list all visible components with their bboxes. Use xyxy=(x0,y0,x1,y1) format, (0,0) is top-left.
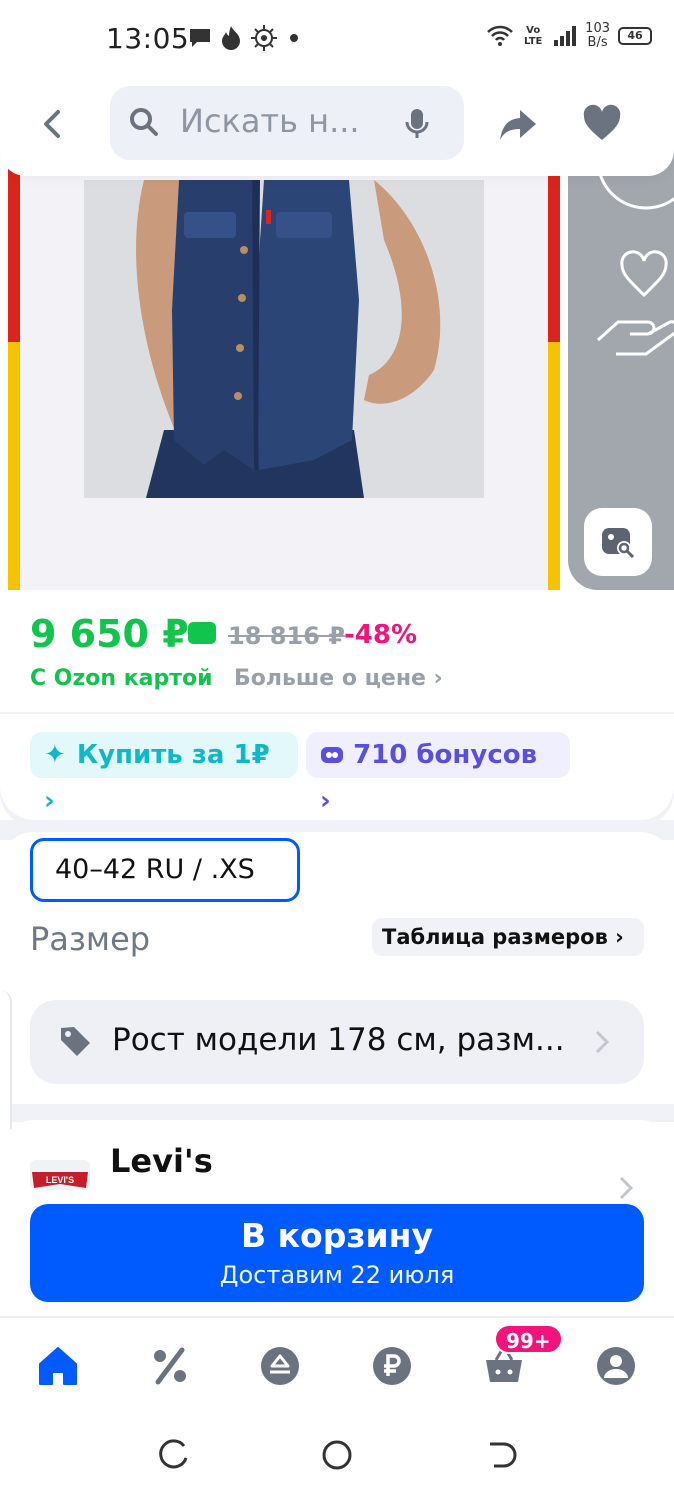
bonus-icon xyxy=(321,747,343,763)
top-header: Искать н... xyxy=(0,76,674,176)
status-bar: 13:05 Vo LTE 103 B/s 46 xyxy=(0,0,674,76)
model-info-text: Рост модели 178 см, разм... xyxy=(112,1022,565,1058)
share-button[interactable] xyxy=(498,104,538,148)
search-input[interactable]: Искать н... xyxy=(110,86,464,160)
bonus-chip-label: 710 бонусов › xyxy=(320,740,538,816)
size-card: 40–42 RU / .XS Размер Таблица размеров ›… xyxy=(0,832,674,1106)
heart-hand-icon xyxy=(596,150,674,356)
chevron-right-icon xyxy=(595,1030,610,1054)
system-navigation xyxy=(0,1412,674,1498)
notification-icons xyxy=(188,24,302,52)
ozon-card-note: С Ozon картой xyxy=(30,666,213,691)
buy-for-1-ruble-chip[interactable]: ✦ Купить за 1₽ › xyxy=(30,732,298,816)
nav-finance[interactable] xyxy=(370,1344,414,1388)
back-button[interactable] xyxy=(30,102,74,146)
gear-icon xyxy=(251,25,277,51)
sparkle-icon: ✦ xyxy=(44,740,66,770)
home-icon xyxy=(39,1347,77,1385)
promo-chips: ✦ Купить за 1₽ › 710 бонусов › xyxy=(0,716,674,820)
levis-logo-icon: LEVI'S xyxy=(32,1172,88,1188)
delivery-date: Доставим 22 июля xyxy=(219,1261,455,1289)
size-option-selected[interactable]: 40–42 RU / .XS xyxy=(30,838,300,902)
network-type: Vo LTE xyxy=(523,25,543,47)
visual-search-button[interactable] xyxy=(584,508,652,576)
model-info-row[interactable]: Рост модели 178 см, разм... xyxy=(30,1000,644,1084)
price-block: 9 650 ₽ 18 816 ₽ -48% С Ozon картой Боль… xyxy=(0,596,674,716)
promo-frame xyxy=(8,150,560,590)
old-price: 18 816 ₽ xyxy=(228,622,345,650)
network-speed: 103 B/s xyxy=(585,22,610,50)
more-about-price-link[interactable]: Больше о цене › xyxy=(234,666,443,691)
size-label: Размер xyxy=(30,920,151,958)
chat-icon xyxy=(190,29,210,47)
heart-icon xyxy=(583,104,621,140)
ozon-card-icon xyxy=(188,622,216,644)
add-to-cart-button[interactable]: В корзину Доставим 22 июля xyxy=(30,1204,644,1302)
product-photo[interactable] xyxy=(84,180,484,498)
signal-icon xyxy=(554,26,577,46)
favorite-button[interactable] xyxy=(582,104,622,148)
cart-count-badge: 99+ xyxy=(494,1324,563,1354)
finance-icon xyxy=(373,1347,411,1385)
home-button-icon[interactable] xyxy=(320,1438,354,1472)
search-icon xyxy=(130,108,158,136)
bottom-nav xyxy=(0,1316,674,1412)
size-table-link[interactable]: Таблица размеров › xyxy=(372,918,644,956)
back-system-icon[interactable] xyxy=(484,1438,518,1472)
back-icon xyxy=(44,110,60,138)
nav-profile[interactable] xyxy=(594,1344,638,1388)
tag-icon xyxy=(61,1027,90,1056)
status-time: 13:05 xyxy=(106,22,190,55)
speed-value: 103 xyxy=(585,21,610,36)
add-to-cart-label: В корзину xyxy=(241,1216,433,1255)
profile-icon xyxy=(597,1347,635,1385)
flame-icon xyxy=(222,26,240,50)
brand-logo: LEVI'S xyxy=(30,1160,90,1190)
discount-icon xyxy=(154,1347,186,1385)
nav-discounts[interactable] xyxy=(148,1344,192,1388)
chevron-right-icon xyxy=(619,1176,634,1200)
nav-home[interactable] xyxy=(36,1344,80,1388)
brand-logo-text: LEVI'S xyxy=(46,1175,74,1185)
wifi-icon xyxy=(487,25,514,46)
denim-vest-illustration xyxy=(84,180,484,498)
dot-icon xyxy=(290,34,298,42)
nav-brands[interactable] xyxy=(258,1344,302,1388)
battery-icon: 46 xyxy=(618,27,652,45)
share-icon xyxy=(500,110,536,140)
speed-unit: B/s xyxy=(587,35,608,50)
product-gallery[interactable] xyxy=(0,150,674,590)
buy-chip-label: Купить за 1₽ › xyxy=(44,740,270,816)
brands-icon xyxy=(261,1347,299,1385)
brand-name: Levi's xyxy=(110,1142,213,1180)
recent-apps-icon[interactable] xyxy=(156,1438,190,1472)
system-icons: Vo LTE 103 B/s 46 xyxy=(487,22,652,50)
search-placeholder: Искать н... xyxy=(180,102,360,140)
bonus-chip[interactable]: 710 бонусов › xyxy=(306,732,570,816)
current-price: 9 650 ₽ xyxy=(30,612,189,656)
mic-icon[interactable] xyxy=(404,108,430,140)
discount-badge: -48% xyxy=(344,620,418,650)
image-search-icon xyxy=(602,528,635,559)
divider xyxy=(0,712,674,714)
image-container xyxy=(20,150,548,590)
